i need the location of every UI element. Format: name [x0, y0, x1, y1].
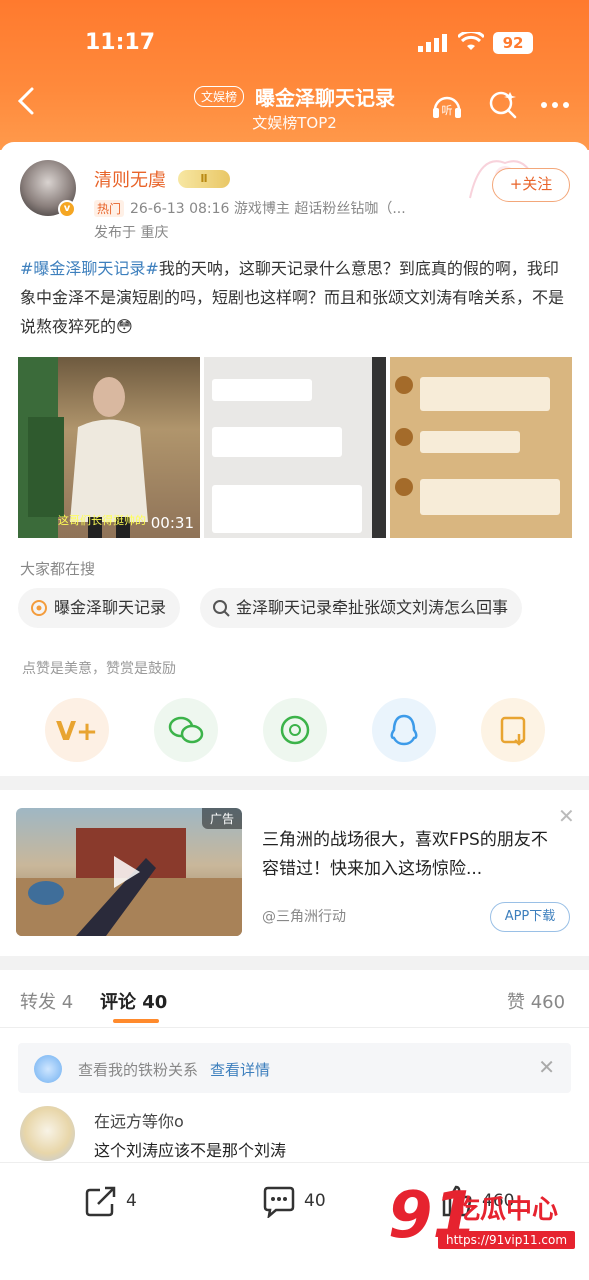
- wechat-icon: [168, 716, 204, 744]
- comment-button[interactable]: 40: [262, 1183, 326, 1220]
- post-meta-text: 26-6-13 08:16 游戏博主 超话粉丝钻咖（...: [130, 201, 406, 217]
- praise-text: 点赞是美意，赞赏是鼓励: [22, 661, 176, 677]
- listen-icon[interactable]: 听: [430, 88, 464, 122]
- share-qq-button[interactable]: [372, 698, 436, 762]
- post-text: #曝金泽聊天记录#我的天呐，这聊天记录什么意思？到底真的假的啊，我印象中金泽不是…: [20, 254, 572, 341]
- status-bar: 11:17 92: [0, 30, 589, 60]
- search-icon[interactable]: [486, 88, 520, 122]
- watermark-logo: 91 吃瓜中心 https://91vip11.com: [388, 1179, 578, 1265]
- close-icon[interactable]: ✕: [538, 1055, 555, 1079]
- wifi-icon: [458, 32, 484, 50]
- close-icon[interactable]: ✕: [558, 804, 575, 828]
- video-person-image: [18, 357, 148, 538]
- iron-fan-text: 查看我的铁粉关系: [78, 1061, 199, 1079]
- tab-divider: [0, 1027, 589, 1028]
- post-video-thumbnail[interactable]: 这哥们长得挺帅的 00:31: [18, 357, 200, 538]
- hot-search-item-label: 金泽聊天记录牵扯张颂文刘涛怎么回事: [236, 598, 509, 617]
- comment-count: 40: [304, 1191, 326, 1211]
- comment-text: 这个刘涛应该不是那个刘涛: [94, 1141, 287, 1160]
- search-icon: [213, 600, 230, 617]
- ad-source[interactable]: @三角洲行动: [262, 906, 346, 926]
- svg-text:V+: V+: [56, 717, 98, 747]
- section-divider: [0, 956, 589, 970]
- repost-icon: [85, 1186, 116, 1217]
- watermark-text: 吃瓜中心: [454, 1195, 559, 1225]
- post-location: 发布于 重庆: [94, 225, 169, 241]
- tab-repost[interactable]: 转发 4: [20, 988, 73, 1014]
- rank-tag: 文娱榜: [193, 86, 244, 107]
- battery-indicator: 92: [493, 32, 533, 54]
- hot-badge: 热门: [94, 200, 125, 217]
- post-card: v 清则无虞 Ⅱ 热门 26-6-13 08:16 游戏博主 超话粉丝钻咖（...…: [0, 142, 589, 776]
- more-icon[interactable]: [538, 88, 572, 122]
- share-wechat-button[interactable]: [154, 698, 218, 762]
- video-caption: 这哥们长得挺帅的: [58, 514, 146, 527]
- iron-fan-link[interactable]: 查看详情: [210, 1059, 270, 1080]
- topic-link[interactable]: #曝金泽聊天记录#: [20, 259, 159, 278]
- tab-like[interactable]: 赞 460: [507, 988, 565, 1014]
- repost-count: 4: [126, 1191, 137, 1211]
- repost-button[interactable]: 4: [84, 1183, 137, 1219]
- save-image-button[interactable]: [481, 698, 545, 762]
- post-images: 这哥们长得挺帅的 00:31: [18, 357, 572, 538]
- qq-icon: [390, 714, 418, 746]
- active-tab-indicator: [113, 1019, 159, 1023]
- commenter-name[interactable]: 在远方等你o: [94, 1108, 184, 1132]
- hot-search-item-2[interactable]: 金泽聊天记录牵扯张颂文刘涛怎么回事: [200, 588, 523, 628]
- status-time: 11:17: [85, 30, 156, 55]
- watermark-url: https://91vip11.com: [438, 1231, 576, 1249]
- reward-button[interactable]: V+: [45, 698, 109, 762]
- play-icon: [114, 856, 140, 888]
- save-image-icon: [500, 716, 526, 746]
- weibo-reward-icon: V+: [56, 717, 98, 747]
- hot-topic-icon: [31, 600, 47, 616]
- section-divider: [0, 776, 589, 790]
- author-name[interactable]: 清则无虞: [94, 166, 166, 192]
- header-bar: 11:17 92 文娱榜 曝金泽聊天记录 文娱榜TOP2 听: [0, 0, 589, 150]
- video-duration: 00:31: [150, 514, 194, 532]
- comment-icon: [263, 1186, 295, 1220]
- level-badge-icon: Ⅱ: [178, 170, 230, 188]
- follow-button[interactable]: +关注: [492, 168, 570, 202]
- share-moments-button[interactable]: [263, 698, 327, 762]
- commenter-avatar[interactable]: [20, 1106, 75, 1161]
- chat-screenshot-image-2[interactable]: [390, 357, 572, 538]
- chat-bubbles-graphic: [395, 376, 560, 515]
- tab-comment[interactable]: 评论 40: [100, 988, 167, 1014]
- page-title: 曝金泽聊天记录: [255, 86, 396, 110]
- hot-search-item-label: 曝金泽聊天记录: [54, 598, 167, 617]
- post-meta: 热门 26-6-13 08:16 游戏博主 超话粉丝钻咖（...: [94, 198, 406, 218]
- ad-tag: 广告: [201, 808, 242, 829]
- ad-text[interactable]: 三角洲的战场很大，喜欢FPS的朋友不容错过！快来加入这场惊险...: [262, 826, 562, 884]
- signal-icon: [418, 34, 447, 52]
- hot-search-item-1[interactable]: 曝金泽聊天记录: [18, 588, 181, 628]
- chat-screenshot-image-1[interactable]: [204, 357, 386, 538]
- moments-icon: [280, 715, 310, 745]
- diamond-icon: [34, 1055, 62, 1083]
- hot-search-label: 大家都在搜: [20, 560, 96, 578]
- app-download-button[interactable]: APP下载: [490, 902, 570, 932]
- chat-bubbles-graphic: [212, 357, 386, 538]
- verified-icon: v: [58, 200, 76, 218]
- iron-fan-banner: 查看我的铁粉关系 查看详情 ✕: [18, 1043, 571, 1093]
- ad-image[interactable]: 广告: [16, 808, 242, 936]
- nav-bar: 文娱榜 曝金泽聊天记录 文娱榜TOP2 听: [0, 78, 589, 138]
- svg-text:听: 听: [442, 104, 453, 117]
